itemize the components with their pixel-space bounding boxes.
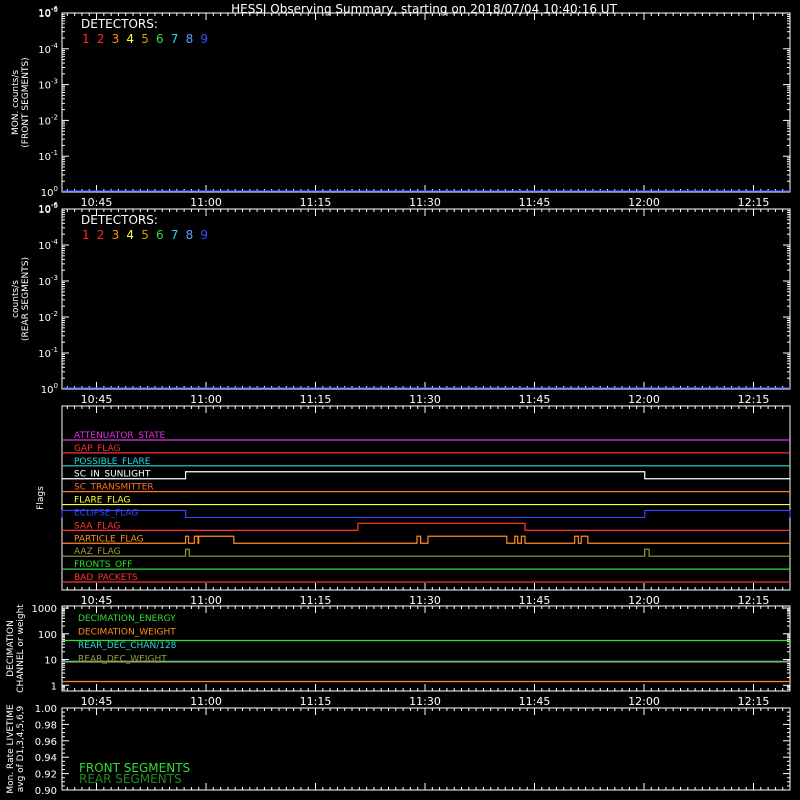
x-tick-label: 10:45 [81, 393, 113, 406]
y-tick-exponent: -2 [51, 113, 58, 121]
y-tick-exponent: -2 [51, 310, 58, 318]
y-tick-label: 1.00 [35, 704, 57, 715]
x-tick-label: 11:15 [300, 393, 332, 406]
x-tick-label: 12:00 [628, 695, 660, 708]
detector-legend-entry: 3 [112, 32, 120, 46]
x-tick-label: 11:30 [409, 594, 441, 607]
y-axis-label: (REAR SEGMENTS) [21, 257, 31, 341]
y-tick-exponent: -1 [51, 149, 58, 157]
x-tick-label: 11:00 [190, 594, 222, 607]
plot-title: HESSI Observing Summary, starting on 201… [231, 2, 617, 16]
detector-legend-title: DETECTORS: [81, 17, 158, 31]
plot-background [0, 0, 800, 800]
detector-legend-entry: 7 [171, 228, 179, 242]
detector-legend-entry: 9 [200, 228, 208, 242]
y-tick-base: 10 [41, 385, 54, 396]
y-axis-label: (FRONT SEGMENTS) [21, 57, 31, 147]
x-tick-label: 12:00 [628, 393, 660, 406]
x-tick-label: 11:15 [300, 196, 332, 209]
y-tick-exponent: -4 [51, 238, 59, 246]
x-tick-label: 12:15 [738, 594, 770, 607]
y-tick-label: 0.96 [35, 737, 57, 748]
decimation-legend-entry: DECIMATION_WEIGHT [78, 628, 176, 638]
x-tick-label: 12:00 [628, 594, 660, 607]
y-tick-label: 10 [44, 656, 57, 667]
y-tick-base: 10 [38, 277, 51, 288]
y-axis-label: DECIMATION [6, 620, 16, 677]
detector-legend-entry: 9 [200, 32, 208, 46]
y-tick-label: 1 [51, 681, 57, 692]
y-tick-label: 1000 [32, 604, 57, 615]
y-axis-label: counts/s [11, 280, 21, 318]
detector-legend-entry: 7 [171, 32, 179, 46]
y-tick-exponent: -3 [51, 78, 58, 86]
y-tick-base: 10 [38, 204, 51, 215]
y-tick-base: 10 [38, 152, 51, 163]
y-tick-label: 0.94 [35, 753, 57, 764]
y-axis-label: MON. counts/s [11, 70, 21, 135]
y-tick-base: 10 [38, 116, 51, 127]
x-tick-label: 12:15 [738, 393, 770, 406]
decimation-legend-entry: REAR_DEC_CHAN/128 [78, 641, 177, 651]
y-tick-label: 0.90 [35, 786, 57, 797]
detector-legend-entry: 1 [82, 228, 90, 242]
detector-legend-entry: 5 [141, 228, 149, 242]
y-tick-base: 10 [38, 45, 51, 56]
x-tick-label: 12:15 [738, 695, 770, 708]
y-axis-label: Flags [36, 486, 46, 510]
y-tick-label: 100 [38, 630, 57, 641]
x-tick-label: 11:15 [300, 695, 332, 708]
x-tick-label: 12:00 [628, 196, 660, 209]
x-tick-label: 12:15 [738, 196, 770, 209]
y-tick-base: 10 [38, 313, 51, 324]
x-tick-label: 10:45 [81, 695, 113, 708]
x-tick-label: 10:45 [81, 594, 113, 607]
y-tick-exponent: -4 [51, 42, 59, 50]
detector-legend-entry: 5 [141, 32, 149, 46]
decimation-legend-entry: REAR_DEC_WEIGHT [78, 655, 167, 665]
y-axis-label: avg of D1,3,4,5,6,9 [16, 705, 26, 792]
y-tick-exponent: 0 [54, 185, 58, 193]
detector-legend-entry: 2 [97, 32, 105, 46]
detector-legend-entry: 3 [112, 228, 120, 242]
x-tick-label: 11:45 [519, 695, 551, 708]
y-tick-exponent: -6 [51, 5, 59, 13]
y-tick-label: 0.98 [35, 720, 57, 731]
y-tick-base: 10 [41, 188, 54, 199]
livetime-legend-entry: REAR SEGMENTS [79, 772, 182, 786]
y-tick-exponent: -3 [51, 274, 58, 282]
y-axis-label: Mon. Rate LIVETIME [6, 704, 16, 794]
detector-legend-entry: 1 [82, 32, 90, 46]
detector-legend-entry: 8 [186, 228, 194, 242]
x-tick-label: 11:45 [519, 393, 551, 406]
x-tick-label: 10:45 [81, 196, 113, 209]
detector-legend-entry: 4 [126, 228, 134, 242]
x-tick-label: 11:00 [190, 196, 222, 209]
y-axis-label: CHANNEL or weight [16, 604, 26, 693]
detector-legend-entry: 6 [156, 32, 164, 46]
x-tick-label: 11:00 [190, 393, 222, 406]
x-tick-label: 11:15 [300, 594, 332, 607]
y-tick-base: 10 [38, 81, 51, 92]
decimation-legend-entry: DECIMATION_ENERGY [78, 614, 176, 624]
y-tick-base: 10 [38, 349, 51, 360]
y-tick-exponent: -1 [51, 346, 58, 354]
observing-summary-plot: HESSI Observing Summary, starting on 201… [0, 0, 800, 800]
y-tick-base: 10 [38, 8, 51, 19]
detector-legend-entry: 6 [156, 228, 164, 242]
y-tick-label: 0.92 [35, 770, 57, 781]
detector-legend-entry: 4 [126, 32, 134, 46]
detector-legend-entry: 8 [186, 32, 194, 46]
x-tick-label: 11:30 [409, 196, 441, 209]
x-tick-label: 11:00 [190, 695, 222, 708]
detector-legend-title: DETECTORS: [81, 213, 158, 227]
x-tick-label: 11:45 [519, 594, 551, 607]
detector-legend-entry: 2 [97, 228, 105, 242]
x-tick-label: 11:45 [519, 196, 551, 209]
y-tick-exponent: -6 [51, 201, 59, 209]
x-tick-label: 11:30 [409, 695, 441, 708]
x-tick-label: 11:30 [409, 393, 441, 406]
y-tick-base: 10 [38, 241, 51, 252]
y-tick-exponent: 0 [54, 382, 58, 390]
